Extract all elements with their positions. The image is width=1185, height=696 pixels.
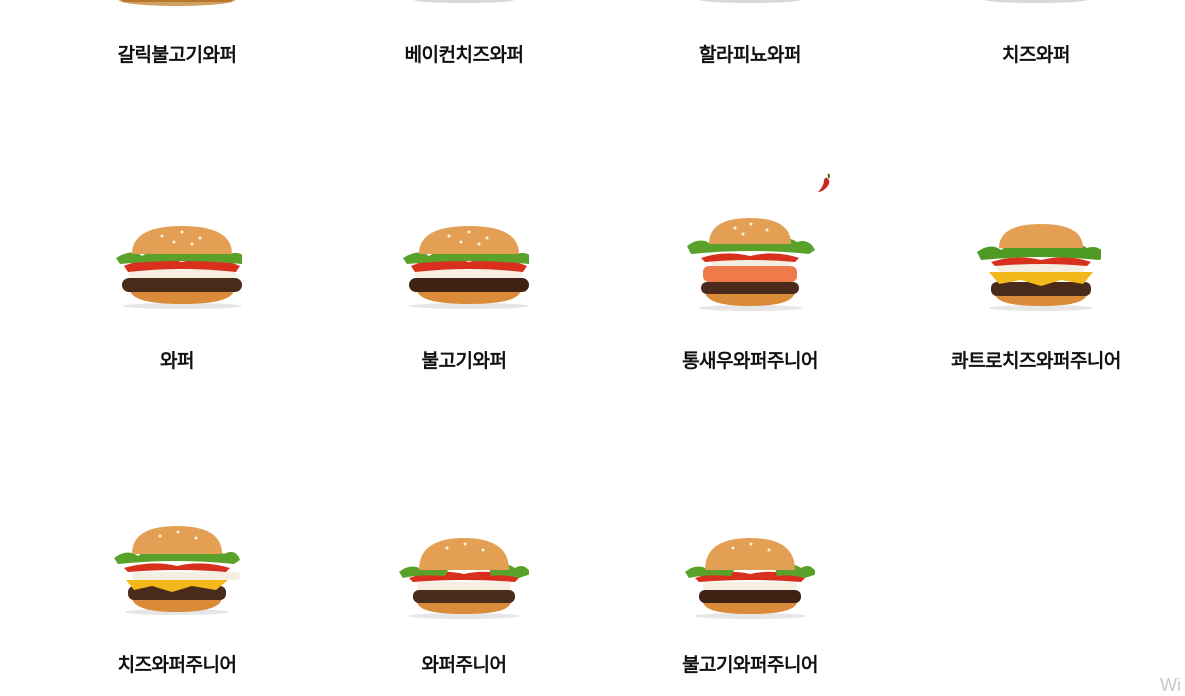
menu-page: 갈릭불고기와퍼 베이컨치즈와퍼 할라피뇨와퍼 치즈와퍼 와퍼 불고기와퍼 통새우…: [0, 0, 1185, 696]
menu-item-cheese-whopper[interactable]: 치즈와퍼: [906, 0, 1166, 100]
menu-item-shrimp-whopper-jr[interactable]: 통새우와퍼주니어: [620, 214, 880, 372]
burger-image: [685, 538, 815, 619]
menu-item-whopper[interactable]: 와퍼: [47, 218, 307, 372]
burger-image: [114, 526, 240, 615]
burger-image: [116, 226, 242, 309]
menu-item-cheese-whopper-jr[interactable]: 치즈와퍼주니어: [47, 520, 307, 676]
menu-item-name: 불고기와퍼: [421, 350, 507, 372]
menu-item-name: 할라피뇨와퍼: [699, 44, 801, 66]
menu-item-quattro-cheese-whopper-jr[interactable]: 콰트로치즈와퍼주니어: [906, 218, 1166, 372]
menu-item-name: 와퍼: [160, 350, 194, 372]
watermark-text: Wi: [1160, 675, 1181, 695]
chili-pepper-icon: [818, 173, 830, 192]
menu-item-name: 콰트로치즈와퍼주니어: [951, 350, 1121, 372]
menu-item-name: 불고기와퍼주니어: [682, 654, 818, 676]
burger-image: [403, 226, 529, 309]
menu-item-bulgogi-whopper[interactable]: 불고기와퍼: [334, 218, 594, 372]
menu-grid: 갈릭불고기와퍼 베이컨치즈와퍼 할라피뇨와퍼 치즈와퍼 와퍼 불고기와퍼 통새우…: [0, 0, 1185, 696]
menu-item-name: 베이컨치즈와퍼: [404, 44, 524, 66]
menu-item-garlic-bulgogi-whopper[interactable]: 갈릭불고기와퍼: [47, 0, 307, 100]
burger-image: [687, 218, 815, 311]
menu-item-name: 와퍼주니어: [421, 654, 507, 676]
burger-image: [399, 538, 529, 619]
menu-item-name: 통새우와퍼주니어: [682, 350, 818, 372]
menu-item-name: 치즈와퍼주니어: [117, 654, 237, 676]
menu-item-name: 치즈와퍼: [1002, 44, 1070, 66]
menu-item-jalapeno-whopper[interactable]: 할라피뇨와퍼: [620, 0, 880, 100]
menu-item-bulgogi-whopper-jr[interactable]: 불고기와퍼주니어: [620, 530, 880, 676]
menu-item-bacon-cheese-whopper[interactable]: 베이컨치즈와퍼: [334, 0, 594, 100]
menu-item-name: 갈릭불고기와퍼: [117, 44, 237, 66]
menu-item-whopper-jr[interactable]: 와퍼주니어: [334, 530, 594, 676]
burger-image: [977, 224, 1101, 311]
